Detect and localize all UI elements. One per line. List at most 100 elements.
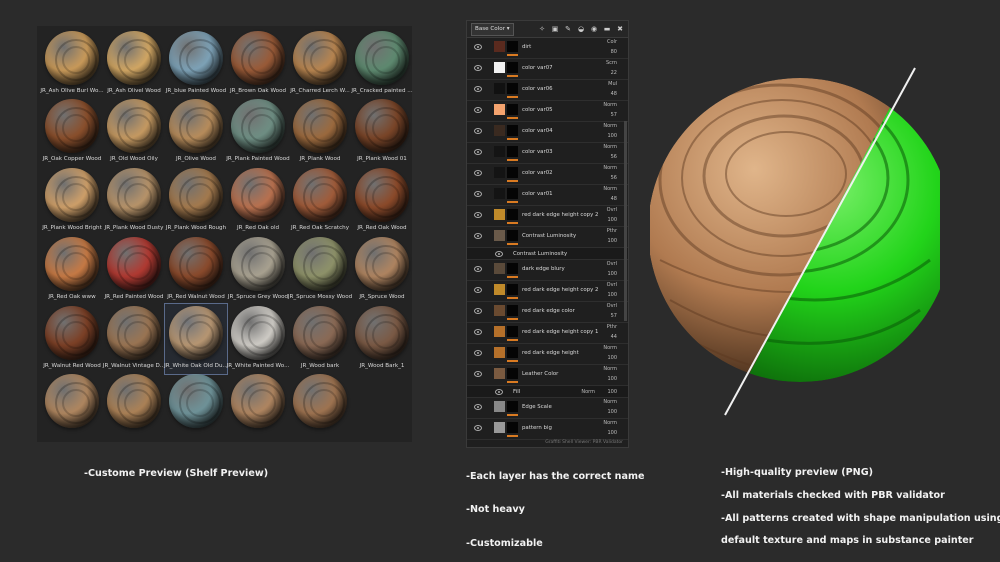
material-tile[interactable]: JR_Red Walnut Wood [165, 235, 227, 305]
visibility-eye-icon[interactable] [474, 44, 482, 50]
layer-scrollbar[interactable] [624, 121, 627, 321]
blend-mode[interactable]: Norm [601, 399, 617, 405]
material-tile[interactable]: JR_Ash Olivel Wood [103, 29, 165, 99]
layer-row[interactable]: red dark edge height Norm 100 [467, 344, 628, 365]
visibility-eye-icon[interactable] [474, 212, 482, 218]
blend-mode[interactable]: Mul [601, 81, 617, 87]
blend-mode[interactable]: Pthr [601, 324, 617, 330]
visibility-eye-icon[interactable] [474, 86, 482, 92]
layer-opacity[interactable]: 100 [601, 271, 617, 277]
layer-row[interactable]: dirt Colr 80 [467, 38, 628, 59]
visibility-eye-icon[interactable] [474, 233, 482, 239]
blend-mode[interactable]: Norm [579, 389, 595, 395]
visibility-eye-icon[interactable] [474, 149, 482, 155]
material-tile[interactable]: JR_Charred Lerch W... [289, 29, 351, 99]
material-tile[interactable]: JR_Wood bark [289, 304, 351, 374]
material-tile[interactable] [227, 372, 289, 442]
blend-mode[interactable]: Norm [601, 345, 617, 351]
folder-icon[interactable]: ▬ [603, 25, 611, 33]
material-tile[interactable]: JR_Spruce Grey Wood [227, 235, 289, 305]
mask-icon[interactable]: ▣ [551, 25, 559, 33]
blend-mode[interactable]: Norm [601, 165, 617, 171]
visibility-eye-icon[interactable] [495, 251, 503, 257]
layer-opacity[interactable]: 48 [601, 91, 617, 97]
blend-mode[interactable]: Norm [601, 144, 617, 150]
visibility-eye-icon[interactable] [474, 287, 482, 293]
layer-opacity[interactable]: 44 [601, 334, 617, 340]
visibility-eye-icon[interactable] [474, 371, 482, 377]
layer-row[interactable]: pattern big Norm 100 [467, 419, 628, 440]
visibility-eye-icon[interactable] [474, 425, 482, 431]
blend-mode[interactable]: Pthr [601, 228, 617, 234]
visibility-eye-icon[interactable] [474, 404, 482, 410]
material-tile[interactable]: JR_Wood Bark_1 [351, 304, 413, 374]
layer-opacity[interactable]: 22 [601, 70, 617, 76]
visibility-eye-icon[interactable] [474, 128, 482, 134]
blend-mode[interactable]: Colr [601, 39, 617, 45]
visibility-eye-icon[interactable] [474, 266, 482, 272]
layer-opacity[interactable]: 100 [601, 133, 617, 139]
layer-row[interactable]: color var02 Norm 56 [467, 164, 628, 185]
material-tile[interactable]: JR_Red Oak www [41, 235, 103, 305]
material-tile[interactable]: JR_Plank Painted Wood [226, 97, 290, 167]
layer-opacity[interactable]: 80 [601, 49, 617, 55]
material-tile[interactable]: JR_Plank Wood 01 [351, 97, 413, 167]
fill-icon[interactable]: ◒ [577, 25, 585, 33]
layer-row[interactable]: red dark edge height copy 2 Ovrl 100 [467, 206, 628, 227]
layer-row[interactable]: color var04 Norm 100 [467, 122, 628, 143]
layer-effect-row[interactable]: Contrast Luminosity [467, 248, 628, 260]
layer-row[interactable]: color var05 Norm 57 [467, 101, 628, 122]
visibility-eye-icon[interactable] [474, 191, 482, 197]
blend-mode[interactable]: Ovrl [601, 261, 617, 267]
brush-icon[interactable]: ✎ [564, 25, 572, 33]
blend-mode[interactable]: Ovrl [601, 282, 617, 288]
material-tile[interactable]: JR_Walnut Red Wood [41, 304, 103, 374]
layer-opacity[interactable]: 57 [601, 112, 617, 118]
material-tile[interactable]: JR_Olive Wood [165, 97, 227, 167]
material-tile[interactable]: JR_Old Wood Oily [103, 97, 165, 167]
layer-effect-row[interactable]: Fill Norm 100 [467, 386, 628, 398]
visibility-eye-icon[interactable] [474, 308, 482, 314]
material-tile[interactable]: JR_Brown Oak Wood [227, 29, 289, 99]
material-tile[interactable]: JR_Plank Wood Dusty [103, 166, 165, 236]
layer-opacity[interactable]: 100 [601, 389, 617, 395]
layer-opacity[interactable]: 56 [601, 154, 617, 160]
layer-opacity[interactable]: 100 [601, 376, 617, 382]
layer-opacity[interactable]: 48 [601, 196, 617, 202]
visibility-eye-icon[interactable] [495, 389, 503, 395]
material-tile[interactable] [41, 372, 103, 442]
layer-opacity[interactable]: 100 [601, 355, 617, 361]
material-tile[interactable]: JR_Cracked painted ... [351, 29, 413, 99]
blend-mode[interactable]: Norm [601, 366, 617, 372]
layer-row[interactable]: dark edge blury Ovrl 100 [467, 260, 628, 281]
material-tile[interactable]: JR_Ash Olive Burl Wo... [40, 29, 104, 99]
layer-row[interactable]: Contrast Luminosity Pthr 100 [467, 227, 628, 248]
layer-opacity[interactable]: 100 [601, 409, 617, 415]
material-tile[interactable] [103, 372, 165, 442]
visibility-eye-icon[interactable] [474, 65, 482, 71]
material-tile[interactable]: JR_White Oak Old Du... [164, 303, 228, 375]
material-tile[interactable]: JR_blue Painted Wood [165, 29, 227, 99]
visibility-eye-icon[interactable] [474, 170, 482, 176]
blend-mode[interactable]: Ovrl [601, 207, 617, 213]
material-tile[interactable]: JR_Plank Wood Bright [41, 166, 103, 236]
material-tile[interactable]: JR_Plank Wood Rough [165, 166, 227, 236]
blend-mode[interactable]: Ovrl [601, 303, 617, 309]
visibility-eye-icon[interactable] [474, 107, 482, 113]
layer-row[interactable]: red dark edge height copy 1 Pthr 44 [467, 323, 628, 344]
material-tile[interactable]: JR_Walnut Vintage D... [103, 304, 165, 374]
layer-opacity[interactable]: 100 [601, 238, 617, 244]
material-tile[interactable]: JR_Plank Wood [289, 97, 351, 167]
layer-row[interactable]: red dark edge height copy 2 Ovrl 100 [467, 281, 628, 302]
material-tile[interactable]: JR_Oak Copper Wood [41, 97, 103, 167]
layer-opacity[interactable]: 100 [601, 217, 617, 223]
material-tile[interactable] [165, 372, 227, 442]
channel-dropdown[interactable]: Base Color ▾ [471, 22, 514, 36]
layer-row[interactable]: Edge Scale Norm 100 [467, 398, 628, 419]
material-tile[interactable] [289, 372, 351, 442]
visibility-eye-icon[interactable] [474, 329, 482, 335]
material-tile[interactable]: JR_Red Oak old [227, 166, 289, 236]
material-tile[interactable]: JR_Spruce Mossy Wood [288, 235, 352, 305]
layer-row[interactable]: red dark edge color Ovrl 57 [467, 302, 628, 323]
material-tile[interactable]: JR_White Painted Wo... [227, 304, 289, 374]
